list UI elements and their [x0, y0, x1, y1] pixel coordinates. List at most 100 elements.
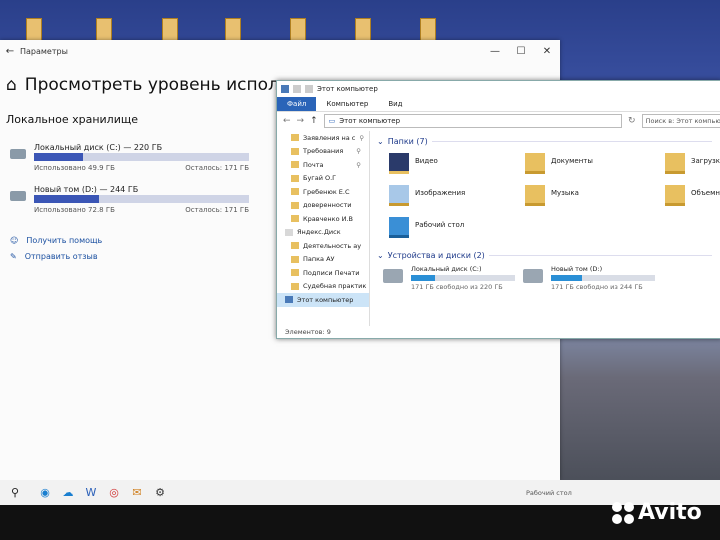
desktop-file-icon[interactable]	[162, 18, 178, 42]
folder-label: Изображения	[415, 189, 466, 197]
navigation-pane: Заявления на с ⚲ Требования ⚲ Почта ⚲ Бугай…	[277, 131, 370, 326]
hard-drive-icon	[523, 269, 543, 283]
nav-item-folder[interactable]: Судебная практик	[277, 280, 369, 294]
send-feedback-link[interactable]: ✎ Отправить отзыв	[10, 252, 98, 261]
folder-documents[interactable]: Документы	[525, 153, 593, 174]
back-arrow-icon[interactable]: ←	[283, 116, 291, 126]
usage-bar	[34, 153, 249, 161]
nav-item-label: Требования	[303, 147, 344, 156]
path-text: Этот компьютер	[339, 117, 401, 125]
desktop-toolbar-label[interactable]: Рабочий стол	[526, 489, 572, 497]
nav-item-label: Заявления на с	[303, 133, 356, 142]
folder-3d-objects[interactable]: Объемные	[665, 185, 720, 206]
desktop-file-icon[interactable]	[96, 18, 112, 42]
properties-icon[interactable]	[293, 85, 301, 93]
nav-item-label: Судебная практик	[303, 282, 367, 291]
nav-item-label: Бугай О.Г	[303, 174, 337, 183]
usage-bar	[34, 195, 249, 203]
drive-c[interactable]: Локальный диск (C:) — 220 ГБ Использован…	[8, 143, 253, 173]
desktop-file-icon[interactable]	[290, 18, 306, 42]
computer-icon	[285, 296, 293, 304]
back-button[interactable]: ←	[0, 46, 20, 57]
folder-icon	[291, 134, 299, 142]
folder-downloads[interactable]: Загрузки	[665, 153, 720, 174]
nav-item-folder[interactable]: Кравченко И.В	[277, 212, 369, 226]
folders-group-header[interactable]: ⌄ Папки (7)	[377, 137, 712, 146]
home-icon[interactable]: ⌂	[6, 75, 17, 95]
nav-item-this-pc[interactable]: Этот компьютер	[277, 293, 369, 307]
group-divider	[488, 255, 712, 256]
address-bar[interactable]: ▭ Этот компьютер	[323, 114, 623, 128]
mail-icon[interactable]: ✉	[129, 485, 145, 501]
folder-desktop[interactable]: Рабочий стол	[389, 217, 464, 238]
nav-item-folder[interactable]: Требования ⚲	[277, 145, 369, 159]
nav-item-folder[interactable]: Гребенюк Е.С	[277, 185, 369, 199]
nav-item-folder[interactable]: Бугай О.Г	[277, 172, 369, 186]
explorer-title: Этот компьютер	[317, 85, 378, 93]
device-drive-c[interactable]: Локальный диск (C:) 171 ГБ свободно из 2…	[383, 265, 515, 291]
pin-icon: ⚲	[359, 133, 365, 142]
nav-item-label: Кравченко И.В	[303, 214, 354, 223]
tab-computer[interactable]: Компьютер	[316, 100, 378, 108]
device-drive-d[interactable]: Новый том (D:) 171 ГБ свободно из 244 ГБ	[523, 265, 655, 291]
help-icon: ☺	[10, 236, 19, 245]
search-icon[interactable]: ⚲	[7, 485, 23, 501]
nav-item-folder[interactable]: Папка АУ	[277, 253, 369, 267]
address-row: ← → ↑ ▭ Этот компьютер ↻ Поиск в: Этот к…	[277, 112, 720, 130]
nav-item-label: доверенности	[303, 201, 352, 210]
nav-item-label: Деятельность ау	[303, 241, 362, 250]
folder-icon	[291, 242, 299, 250]
word-icon[interactable]: W	[83, 485, 99, 501]
nav-item-label: Яндекс.Диск	[297, 228, 341, 237]
hard-drive-icon	[10, 191, 26, 201]
music-folder-icon	[525, 185, 545, 206]
minimize-button[interactable]: —	[482, 46, 508, 57]
drive-name: Локальный диск (C:) — 220 ГБ	[34, 143, 163, 152]
ribbon-tabs: Файл Компьютер Вид	[277, 97, 720, 112]
refresh-icon[interactable]: ↻	[628, 116, 636, 126]
documents-folder-icon	[525, 153, 545, 174]
pin-icon: ⚲	[356, 147, 361, 156]
devices-group-header[interactable]: ⌄ Устройства и диски (2)	[377, 251, 712, 260]
section-title: Локальное хранилище	[6, 113, 138, 126]
folder-icon	[291, 174, 299, 182]
tab-file[interactable]: Файл	[277, 97, 317, 111]
nav-item-yandex-disk[interactable]: Яндекс.Диск	[277, 226, 369, 240]
chrome-icon[interactable]: ◎	[106, 485, 122, 501]
nav-item-folder[interactable]: Деятельность ау	[277, 239, 369, 253]
get-help-label: Получить помощь	[26, 236, 103, 245]
desktop-file-icon[interactable]	[355, 18, 371, 42]
folder-label: Загрузки	[691, 157, 720, 165]
folder-icon	[291, 282, 299, 290]
desktop-file-icon[interactable]	[26, 18, 42, 42]
device-free: 171 ГБ свободно из 244 ГБ	[551, 283, 643, 291]
search-input[interactable]: Поиск в: Этот компьютер	[641, 114, 720, 128]
desktop-file-icon[interactable]	[420, 18, 436, 42]
folder-pictures[interactable]: Изображения	[389, 185, 465, 206]
nav-item-folder[interactable]: доверенности	[277, 199, 369, 213]
edge-icon[interactable]: ◉	[37, 485, 53, 501]
desktop-file-icon[interactable]	[225, 18, 241, 42]
folder-icon	[291, 147, 299, 155]
tab-view[interactable]: Вид	[378, 100, 412, 108]
up-arrow-icon[interactable]: ↑	[310, 116, 318, 126]
nav-item-folder[interactable]: Почта ⚲	[277, 158, 369, 172]
nav-item-folder[interactable]: Заявления на с ⚲	[277, 131, 369, 145]
avito-watermark: Avito	[612, 500, 702, 525]
folder-music[interactable]: Музыка	[525, 185, 579, 206]
drive-d[interactable]: Новый том (D:) — 244 ГБ Использовано 72.…	[8, 185, 253, 215]
new-folder-icon[interactable]	[305, 85, 313, 93]
forward-arrow-icon[interactable]: →	[297, 116, 305, 126]
avito-logo-icon	[612, 501, 634, 524]
maximize-button[interactable]: ☐	[508, 46, 534, 57]
folder-videos[interactable]: Видео	[389, 153, 438, 174]
nav-item-label: Гребенюк Е.С	[303, 187, 350, 196]
gear-icon[interactable]: ⚙	[152, 485, 168, 501]
nav-item-folder[interactable]: Подписи Печати	[277, 266, 369, 280]
close-button[interactable]: ✕	[534, 46, 560, 57]
used-text: Использовано 49.9 ГБ	[34, 164, 115, 172]
get-help-link[interactable]: ☺ Получить помощь	[10, 236, 102, 245]
folder-icon	[291, 161, 299, 169]
usage-fill	[34, 153, 84, 161]
cloud-icon[interactable]: ☁	[60, 485, 76, 501]
